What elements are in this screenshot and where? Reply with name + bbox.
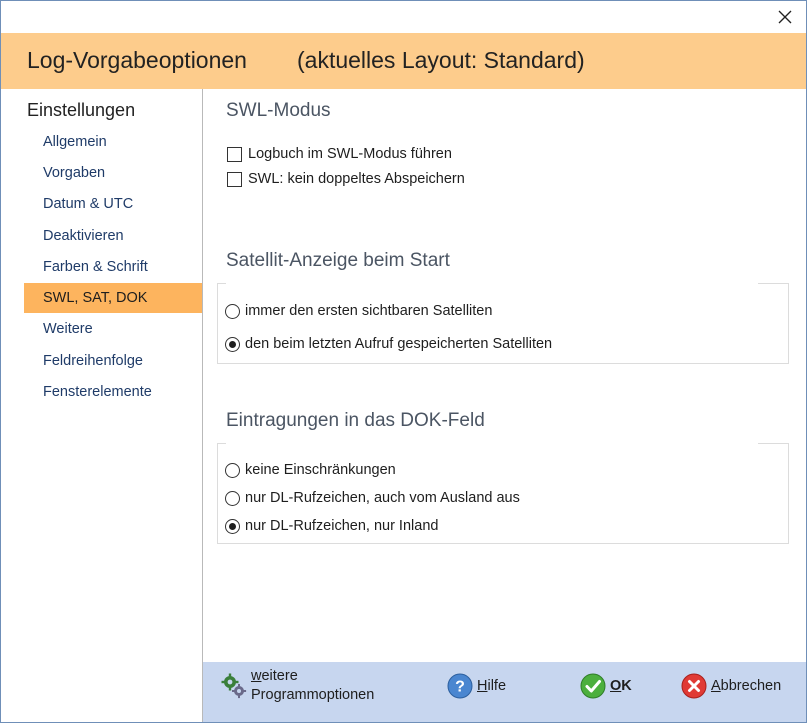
close-button[interactable] xyxy=(770,3,800,31)
sidebar-item-fensterelemente[interactable]: Fensterelemente xyxy=(24,377,202,407)
radio-button[interactable] xyxy=(225,518,240,534)
sidebar-item-farben-schrift[interactable]: Farben & Schrift xyxy=(24,252,202,282)
radio-label: immer den ersten sichtbaren Satelliten xyxy=(245,303,493,319)
help-button[interactable]: ? Hilfe xyxy=(447,673,506,699)
checkbox-box[interactable] xyxy=(227,171,242,187)
options-dialog: Log-Vorgabeoptionen (aktuelles Layout: S… xyxy=(0,0,807,723)
title-bar xyxy=(1,1,806,33)
layout-info: (aktuelles Layout: Standard) xyxy=(297,47,585,73)
more-program-options-button[interactable]: weitere Programmoptionen xyxy=(221,667,374,705)
section-title-swl: SWL-Modus xyxy=(226,100,331,121)
dialog-title: Log-Vorgabeoptionen xyxy=(27,47,247,73)
radio-button[interactable] xyxy=(225,336,240,352)
cancel-button[interactable]: Abbrechen xyxy=(681,673,781,699)
more-options-line2: Programmoptionen xyxy=(251,687,375,703)
dok-dl-inland-radio[interactable]: nur DL-Rufzeichen, nur Inland xyxy=(225,518,438,534)
settings-panel: SWL-Modus Logbuch im SWL-Modus führen SW… xyxy=(203,89,806,662)
swl-logbuch-checkbox[interactable]: Logbuch im SWL-Modus führen xyxy=(227,146,452,162)
dialog-footer: weitere Programmoptionen ? Hilfe OK Abbr… xyxy=(203,662,806,722)
dialog-header: Log-Vorgabeoptionen (aktuelles Layout: S… xyxy=(1,33,806,89)
gears-icon xyxy=(221,673,247,699)
svg-text:?: ? xyxy=(455,679,465,696)
radio-label: den beim letzten Aufruf gespeicherten Sa… xyxy=(245,336,553,352)
help-label: Hilfe xyxy=(477,678,507,694)
checkbox-label: SWL: kein doppeltes Abspeichern xyxy=(248,171,465,187)
radio-button[interactable] xyxy=(225,490,240,506)
more-options-line1: weitere xyxy=(251,668,298,684)
checkmark-icon xyxy=(580,673,606,699)
satellit-first-visible-radio[interactable]: immer den ersten sichtbaren Satelliten xyxy=(225,303,492,319)
dok-no-restriction-radio[interactable]: keine Einschränkungen xyxy=(225,462,396,478)
cancel-label: Abbrechen xyxy=(711,678,782,694)
sidebar-item-allgemein[interactable]: Allgemein xyxy=(24,127,202,157)
sidebar-heading: Einstellungen xyxy=(27,100,136,120)
help-icon: ? xyxy=(447,673,473,699)
section-title-satellit: Satellit-Anzeige beim Start xyxy=(226,250,450,271)
checkbox-label: Logbuch im SWL-Modus führen xyxy=(248,146,452,162)
satellit-last-saved-radio[interactable]: den beim letzten Aufruf gespeicherten Sa… xyxy=(225,336,552,352)
radio-button[interactable] xyxy=(225,303,240,319)
dok-dl-abroad-radio[interactable]: nur DL-Rufzeichen, auch vom Ausland aus xyxy=(225,490,520,506)
sidebar-item-feldreihenfolge[interactable]: Feldreihenfolge xyxy=(24,346,202,376)
sidebar-item-weitere[interactable]: Weitere xyxy=(24,314,202,344)
sidebar: Einstellungen Allgemein Vorgaben Datum &… xyxy=(1,89,202,662)
close-icon xyxy=(778,10,792,24)
footer-left-spacer xyxy=(1,662,202,722)
ok-label: OK xyxy=(610,678,632,694)
radio-button[interactable] xyxy=(225,462,240,478)
sidebar-item-deaktivieren[interactable]: Deaktivieren xyxy=(24,221,202,251)
radio-label: nur DL-Rufzeichen, nur Inland xyxy=(245,518,439,534)
sidebar-item-swl-sat-dok[interactable]: SWL, SAT, DOK xyxy=(24,283,202,313)
cancel-icon xyxy=(681,673,707,699)
section-title-dok: Eintragungen in das DOK-Feld xyxy=(226,410,485,431)
radio-label: nur DL-Rufzeichen, auch vom Ausland aus xyxy=(245,490,520,506)
checkbox-box[interactable] xyxy=(227,146,242,162)
radio-label: keine Einschränkungen xyxy=(245,462,396,478)
ok-button[interactable]: OK xyxy=(580,673,632,699)
sidebar-item-datum-utc[interactable]: Datum & UTC xyxy=(24,189,202,219)
swl-no-duplicate-checkbox[interactable]: SWL: kein doppeltes Abspeichern xyxy=(227,171,465,187)
sidebar-item-vorgaben[interactable]: Vorgaben xyxy=(24,158,202,188)
